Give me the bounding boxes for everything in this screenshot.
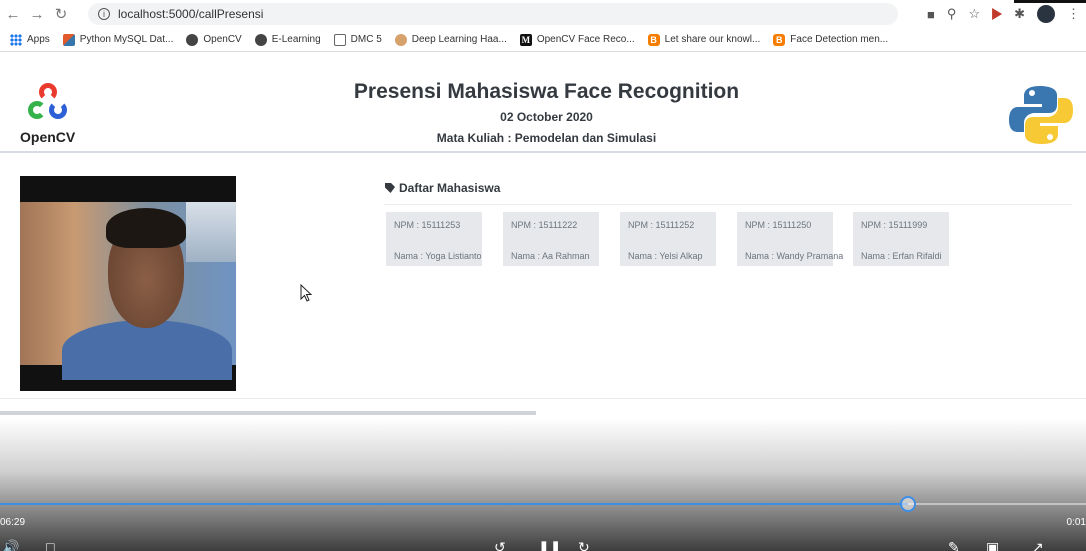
student-npm: NPM : 15111250 xyxy=(745,220,812,230)
menu-dots-icon[interactable]: ⋮ xyxy=(1067,6,1080,22)
window-edge xyxy=(1014,0,1086,3)
student-card: NPM : 15111250 Nama : Wandy Pramana xyxy=(737,212,843,266)
student-name: Nama : Erfan Rifaldi xyxy=(861,251,942,261)
toolbar-right-icons: ■ ⚲ ☆ ✱ ⋮ xyxy=(927,3,1080,25)
student-npm: NPM : 15111253 xyxy=(394,220,461,230)
python-icon xyxy=(62,33,75,46)
fullscreen-icon[interactable]: ↗ xyxy=(1032,540,1044,551)
bookmark-let-share[interactable]: B Let share our knowl... xyxy=(647,33,760,46)
page-title: Presensi Mahasiswa Face Recognition xyxy=(353,80,740,103)
student-npm: NPM : 15111999 xyxy=(861,220,928,230)
forward-icon[interactable]: → xyxy=(26,3,48,25)
student-npm: NPM : 15111252 xyxy=(628,220,695,230)
subtitles-icon[interactable]: □ xyxy=(46,540,54,551)
bookmark-elearning[interactable]: E-Learning xyxy=(254,33,321,46)
pause-icon[interactable]: ❚❚ xyxy=(538,540,561,551)
browser-toolbar: ← → ↻ i localhost:5000/callPresensi ■ ⚲ … xyxy=(0,0,1086,28)
reload-icon[interactable]: ↻ xyxy=(50,3,72,25)
page-date: 02 October 2020 xyxy=(500,110,593,124)
student-card: NPM : 15111253 Nama : Yoga Listianto xyxy=(386,212,482,266)
bookmark-deep-learning[interactable]: Deep Learning Haa... xyxy=(394,33,507,46)
video-scrubber-handle[interactable] xyxy=(899,496,916,512)
address-bar[interactable]: i localhost:5000/callPresensi xyxy=(88,3,898,25)
apps-icon xyxy=(10,33,22,46)
extensions-puzzle-icon[interactable]: ✱ xyxy=(1014,6,1025,22)
horizontal-scrollbar[interactable] xyxy=(0,411,536,415)
camera-indicator-icon[interactable]: ■ xyxy=(927,7,935,22)
blogger-icon: B xyxy=(647,33,660,46)
python-logo-icon xyxy=(1009,86,1073,144)
forward-skip-icon[interactable]: ↻ xyxy=(578,540,590,551)
page-header: OpenCV Presensi Mahasiswa Face Recogniti… xyxy=(0,53,1086,153)
blogger-icon: B xyxy=(773,33,786,46)
bookmark-python-mysql[interactable]: Python MySQL Dat... xyxy=(62,33,173,46)
bookmark-star-icon[interactable]: ☆ xyxy=(968,6,980,22)
medium-icon: M xyxy=(519,33,532,46)
bookmark-apps[interactable]: Apps xyxy=(10,33,50,46)
video-progress-fill xyxy=(0,503,908,505)
video-player-overlay xyxy=(0,418,1086,551)
face-icon xyxy=(394,33,407,46)
back-icon[interactable]: ← xyxy=(2,3,24,25)
webcam-image xyxy=(20,202,236,380)
bookmark-opencv[interactable]: OpenCV xyxy=(186,33,242,46)
elapsed-time: 06:29 xyxy=(0,517,26,528)
divider xyxy=(0,398,1086,399)
url-text: localhost:5000/callPresensi xyxy=(118,7,264,21)
globe-icon xyxy=(186,33,199,46)
bookmark-face-detection[interactable]: B Face Detection men... xyxy=(773,33,888,46)
grid-icon xyxy=(333,33,346,46)
student-card: NPM : 15111252 Nama : Yelsi Alkap xyxy=(620,212,716,266)
student-card: NPM : 15111999 Nama : Erfan Rifaldi xyxy=(853,212,949,266)
mouse-cursor-icon xyxy=(300,284,313,302)
bookmark-opencv-face[interactable]: M OpenCV Face Reco... xyxy=(519,33,635,46)
globe-icon xyxy=(254,33,267,46)
zoom-icon[interactable]: ⚲ xyxy=(947,6,957,22)
extension-icon[interactable] xyxy=(992,8,1003,20)
student-npm: NPM : 15111222 xyxy=(511,220,578,230)
remaining-time: 0:01 xyxy=(1066,517,1086,528)
student-card: NPM : 15111222 Nama : Aa Rahman xyxy=(503,212,599,266)
tag-icon xyxy=(385,183,395,193)
volume-icon[interactable]: 🔊 xyxy=(2,540,19,551)
video-progress-bar[interactable] xyxy=(0,503,1086,505)
daftar-title: Daftar Mahasiswa xyxy=(385,181,500,195)
bookmarks-bar: Apps Python MySQL Dat... OpenCV E-Learni… xyxy=(0,28,1086,52)
edit-icon[interactable]: ✎ xyxy=(948,540,960,551)
bookmark-dmc5[interactable]: DMC 5 xyxy=(333,33,382,46)
divider xyxy=(384,204,1072,205)
profile-avatar[interactable] xyxy=(1037,5,1055,23)
site-info-icon[interactable]: i xyxy=(98,8,110,20)
rewind-icon[interactable]: ↺ xyxy=(494,540,506,551)
miniplayer-icon[interactable]: ▣ xyxy=(986,540,999,551)
course-subject: Mata Kuliah : Pemodelan dan Simulasi xyxy=(436,131,657,145)
webcam-feed xyxy=(20,176,236,391)
